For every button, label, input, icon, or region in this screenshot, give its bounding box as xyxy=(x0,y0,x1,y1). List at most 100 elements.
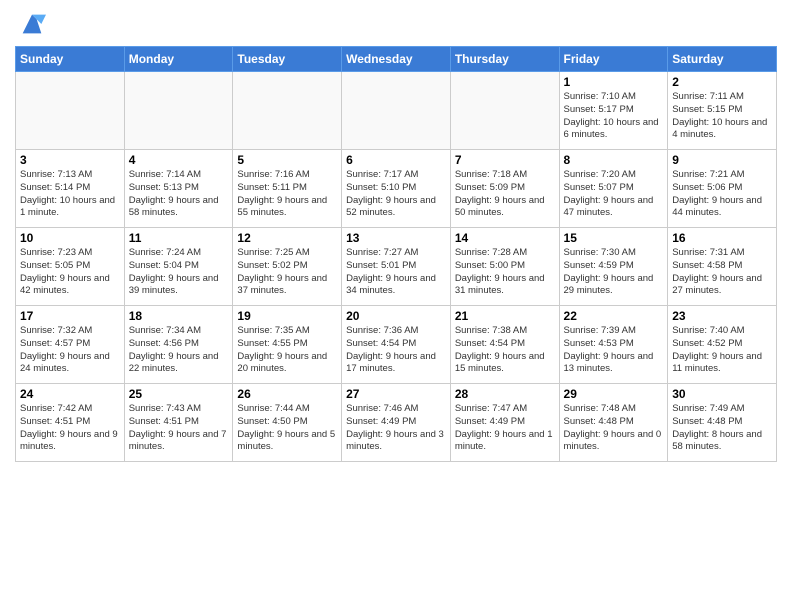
day-number: 3 xyxy=(20,153,120,167)
calendar-cell: 13 Sunrise: 7:27 AM Sunset: 5:01 PM Dayli… xyxy=(342,228,451,306)
day-number: 17 xyxy=(20,309,120,323)
day-info: Sunrise: 7:40 AM Sunset: 4:52 PM Dayligh… xyxy=(672,325,772,376)
day-number: 24 xyxy=(20,387,120,401)
day-info: Sunrise: 7:13 AM Sunset: 5:14 PM Dayligh… xyxy=(20,169,120,220)
day-number: 4 xyxy=(129,153,229,167)
day-info: Sunrise: 7:32 AM Sunset: 4:57 PM Dayligh… xyxy=(20,325,120,376)
calendar-cell xyxy=(16,72,125,150)
day-info: Sunrise: 7:16 AM Sunset: 5:11 PM Dayligh… xyxy=(237,169,337,220)
calendar-cell: 10 Sunrise: 7:23 AM Sunset: 5:05 PM Dayli… xyxy=(16,228,125,306)
day-info: Sunrise: 7:49 AM Sunset: 4:48 PM Dayligh… xyxy=(672,403,772,454)
week-row-1: 3 Sunrise: 7:13 AM Sunset: 5:14 PM Daylig… xyxy=(16,150,777,228)
day-number: 16 xyxy=(672,231,772,245)
weekday-header-sunday: Sunday xyxy=(16,47,125,72)
day-info: Sunrise: 7:39 AM Sunset: 4:53 PM Dayligh… xyxy=(564,325,664,376)
day-info: Sunrise: 7:36 AM Sunset: 4:54 PM Dayligh… xyxy=(346,325,446,376)
day-number: 28 xyxy=(455,387,555,401)
day-number: 11 xyxy=(129,231,229,245)
day-number: 8 xyxy=(564,153,664,167)
day-info: Sunrise: 7:20 AM Sunset: 5:07 PM Dayligh… xyxy=(564,169,664,220)
calendar-cell: 20 Sunrise: 7:36 AM Sunset: 4:54 PM Dayli… xyxy=(342,306,451,384)
day-info: Sunrise: 7:43 AM Sunset: 4:51 PM Dayligh… xyxy=(129,403,229,454)
day-info: Sunrise: 7:23 AM Sunset: 5:05 PM Dayligh… xyxy=(20,247,120,298)
day-number: 9 xyxy=(672,153,772,167)
day-number: 2 xyxy=(672,75,772,89)
calendar-cell: 1 Sunrise: 7:10 AM Sunset: 5:17 PM Daylig… xyxy=(559,72,668,150)
calendar-cell xyxy=(450,72,559,150)
day-info: Sunrise: 7:38 AM Sunset: 4:54 PM Dayligh… xyxy=(455,325,555,376)
day-info: Sunrise: 7:48 AM Sunset: 4:48 PM Dayligh… xyxy=(564,403,664,454)
weekday-header-monday: Monday xyxy=(124,47,233,72)
weekday-header-friday: Friday xyxy=(559,47,668,72)
day-info: Sunrise: 7:24 AM Sunset: 5:04 PM Dayligh… xyxy=(129,247,229,298)
day-info: Sunrise: 7:35 AM Sunset: 4:55 PM Dayligh… xyxy=(237,325,337,376)
calendar-cell: 16 Sunrise: 7:31 AM Sunset: 4:58 PM Dayli… xyxy=(668,228,777,306)
week-row-4: 24 Sunrise: 7:42 AM Sunset: 4:51 PM Dayli… xyxy=(16,384,777,462)
calendar-cell xyxy=(342,72,451,150)
day-info: Sunrise: 7:27 AM Sunset: 5:01 PM Dayligh… xyxy=(346,247,446,298)
weekday-header-tuesday: Tuesday xyxy=(233,47,342,72)
day-number: 18 xyxy=(129,309,229,323)
calendar-cell: 22 Sunrise: 7:39 AM Sunset: 4:53 PM Dayli… xyxy=(559,306,668,384)
day-info: Sunrise: 7:18 AM Sunset: 5:09 PM Dayligh… xyxy=(455,169,555,220)
calendar-cell: 4 Sunrise: 7:14 AM Sunset: 5:13 PM Daylig… xyxy=(124,150,233,228)
day-info: Sunrise: 7:21 AM Sunset: 5:06 PM Dayligh… xyxy=(672,169,772,220)
weekday-header-wednesday: Wednesday xyxy=(342,47,451,72)
logo-icon xyxy=(18,10,46,38)
calendar-cell: 17 Sunrise: 7:32 AM Sunset: 4:57 PM Dayli… xyxy=(16,306,125,384)
day-number: 6 xyxy=(346,153,446,167)
day-info: Sunrise: 7:25 AM Sunset: 5:02 PM Dayligh… xyxy=(237,247,337,298)
calendar-cell xyxy=(233,72,342,150)
calendar-cell: 15 Sunrise: 7:30 AM Sunset: 4:59 PM Dayli… xyxy=(559,228,668,306)
calendar-cell: 25 Sunrise: 7:43 AM Sunset: 4:51 PM Dayli… xyxy=(124,384,233,462)
day-number: 22 xyxy=(564,309,664,323)
week-row-0: 1 Sunrise: 7:10 AM Sunset: 5:17 PM Daylig… xyxy=(16,72,777,150)
day-number: 15 xyxy=(564,231,664,245)
day-number: 19 xyxy=(237,309,337,323)
day-info: Sunrise: 7:42 AM Sunset: 4:51 PM Dayligh… xyxy=(20,403,120,454)
day-number: 21 xyxy=(455,309,555,323)
logo xyxy=(15,10,46,38)
day-info: Sunrise: 7:46 AM Sunset: 4:49 PM Dayligh… xyxy=(346,403,446,454)
calendar-cell: 23 Sunrise: 7:40 AM Sunset: 4:52 PM Dayli… xyxy=(668,306,777,384)
day-info: Sunrise: 7:17 AM Sunset: 5:10 PM Dayligh… xyxy=(346,169,446,220)
calendar-cell: 18 Sunrise: 7:34 AM Sunset: 4:56 PM Dayli… xyxy=(124,306,233,384)
calendar-cell: 11 Sunrise: 7:24 AM Sunset: 5:04 PM Dayli… xyxy=(124,228,233,306)
calendar-cell: 21 Sunrise: 7:38 AM Sunset: 4:54 PM Dayli… xyxy=(450,306,559,384)
day-info: Sunrise: 7:44 AM Sunset: 4:50 PM Dayligh… xyxy=(237,403,337,454)
day-number: 12 xyxy=(237,231,337,245)
day-info: Sunrise: 7:34 AM Sunset: 4:56 PM Dayligh… xyxy=(129,325,229,376)
day-number: 13 xyxy=(346,231,446,245)
calendar: SundayMondayTuesdayWednesdayThursdayFrid… xyxy=(15,46,777,462)
calendar-cell: 30 Sunrise: 7:49 AM Sunset: 4:48 PM Dayli… xyxy=(668,384,777,462)
day-number: 10 xyxy=(20,231,120,245)
calendar-body: 1 Sunrise: 7:10 AM Sunset: 5:17 PM Daylig… xyxy=(16,72,777,462)
calendar-cell: 14Sunrise: 7:28 AM Sunset: 5:00 PM Dayli… xyxy=(450,228,559,306)
day-info: Sunrise: 7:11 AM Sunset: 5:15 PM Dayligh… xyxy=(672,91,772,142)
day-number: 20 xyxy=(346,309,446,323)
day-number: 30 xyxy=(672,387,772,401)
calendar-cell: 29 Sunrise: 7:48 AM Sunset: 4:48 PM Dayli… xyxy=(559,384,668,462)
day-number: 1 xyxy=(564,75,664,89)
day-info: Sunrise: 7:10 AM Sunset: 5:17 PM Dayligh… xyxy=(564,91,664,142)
day-number: 26 xyxy=(237,387,337,401)
calendar-cell: 8 Sunrise: 7:20 AM Sunset: 5:07 PM Daylig… xyxy=(559,150,668,228)
day-number: 27 xyxy=(346,387,446,401)
day-number: 7 xyxy=(455,153,555,167)
calendar-cell: 7 Sunrise: 7:18 AM Sunset: 5:09 PM Daylig… xyxy=(450,150,559,228)
day-info: Sunrise: 7:30 AM Sunset: 4:59 PM Dayligh… xyxy=(564,247,664,298)
day-number: 29 xyxy=(564,387,664,401)
calendar-cell: 5Sunrise: 7:16 AM Sunset: 5:11 PM Daylig… xyxy=(233,150,342,228)
calendar-cell: 26 Sunrise: 7:44 AM Sunset: 4:50 PM Dayli… xyxy=(233,384,342,462)
weekday-header-thursday: Thursday xyxy=(450,47,559,72)
calendar-cell: 28Sunrise: 7:47 AM Sunset: 4:49 PM Dayli… xyxy=(450,384,559,462)
day-number: 14 xyxy=(455,231,555,245)
day-number: 25 xyxy=(129,387,229,401)
week-row-3: 17 Sunrise: 7:32 AM Sunset: 4:57 PM Dayli… xyxy=(16,306,777,384)
day-info: Sunrise: 7:31 AM Sunset: 4:58 PM Dayligh… xyxy=(672,247,772,298)
day-info: Sunrise: 7:14 AM Sunset: 5:13 PM Dayligh… xyxy=(129,169,229,220)
calendar-cell xyxy=(124,72,233,150)
day-number: 23 xyxy=(672,309,772,323)
week-row-2: 10 Sunrise: 7:23 AM Sunset: 5:05 PM Dayli… xyxy=(16,228,777,306)
weekday-header-row: SundayMondayTuesdayWednesdayThursdayFrid… xyxy=(16,47,777,72)
